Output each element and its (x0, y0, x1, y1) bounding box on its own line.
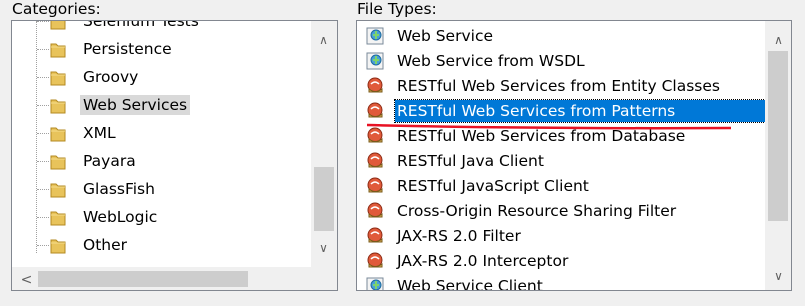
folder-icon (50, 96, 66, 114)
tree-connector (37, 161, 49, 162)
scroll-down-arrow-icon[interactable]: ∨ (770, 267, 787, 284)
category-item[interactable]: Payara (80, 151, 139, 171)
category-item[interactable]: Selenium Tests (80, 21, 202, 31)
category-item[interactable]: Persistence (80, 39, 175, 59)
scrollbar-corner (311, 267, 337, 290)
file-types-vscroll-thumb[interactable] (768, 51, 788, 221)
scroll-left-arrow-icon[interactable]: < (18, 271, 35, 288)
categories-vscroll-thumb[interactable] (314, 167, 334, 231)
folder-icon (50, 124, 66, 142)
category-item[interactable]: Other (80, 235, 130, 255)
tree-connector (37, 245, 49, 246)
scroll-up-arrow-icon[interactable]: ∧ (770, 31, 787, 48)
categories-tree[interactable]: Selenium Tests Persistence Groovy Web Servi… (11, 20, 338, 291)
tree-connector (37, 217, 49, 218)
folder-icon (50, 180, 66, 198)
scroll-up-arrow-icon[interactable]: ∧ (315, 31, 332, 48)
categories-hscroll-thumb[interactable] (38, 271, 248, 287)
folder-icon (50, 40, 66, 58)
folder-icon (50, 152, 66, 170)
tree-connector (37, 133, 49, 134)
red-underline-annotation (366, 123, 732, 130)
file-types-label: File Types: (357, 0, 437, 18)
folder-icon (50, 21, 66, 30)
folder-icon (50, 236, 66, 254)
tree-guide-line (36, 21, 37, 253)
categories-vertical-scrollbar[interactable]: ∧ ∨ (311, 21, 337, 267)
category-item[interactable]: WebLogic (80, 207, 160, 227)
file-types-vertical-scrollbar[interactable]: ∧ ∨ (765, 21, 791, 290)
folder-icon (50, 68, 66, 86)
category-item[interactable]: Groovy (80, 67, 141, 87)
folder-icon (50, 208, 66, 226)
scroll-down-arrow-icon[interactable]: ∨ (315, 239, 332, 256)
categories-label: Categories: (12, 0, 101, 18)
tree-connector (37, 189, 49, 190)
tree-connector (37, 21, 49, 22)
file-types-list[interactable]: Web Service Web Service from WSDL RESTful … (356, 20, 792, 291)
categories-horizontal-scrollbar[interactable]: < (12, 267, 311, 290)
category-item[interactable]: Web Services (80, 95, 191, 115)
category-item[interactable]: XML (80, 123, 119, 143)
tree-connector (37, 49, 49, 50)
tree-connector (37, 105, 49, 106)
tree-connector (37, 77, 49, 78)
category-item[interactable]: GlassFish (80, 179, 158, 199)
